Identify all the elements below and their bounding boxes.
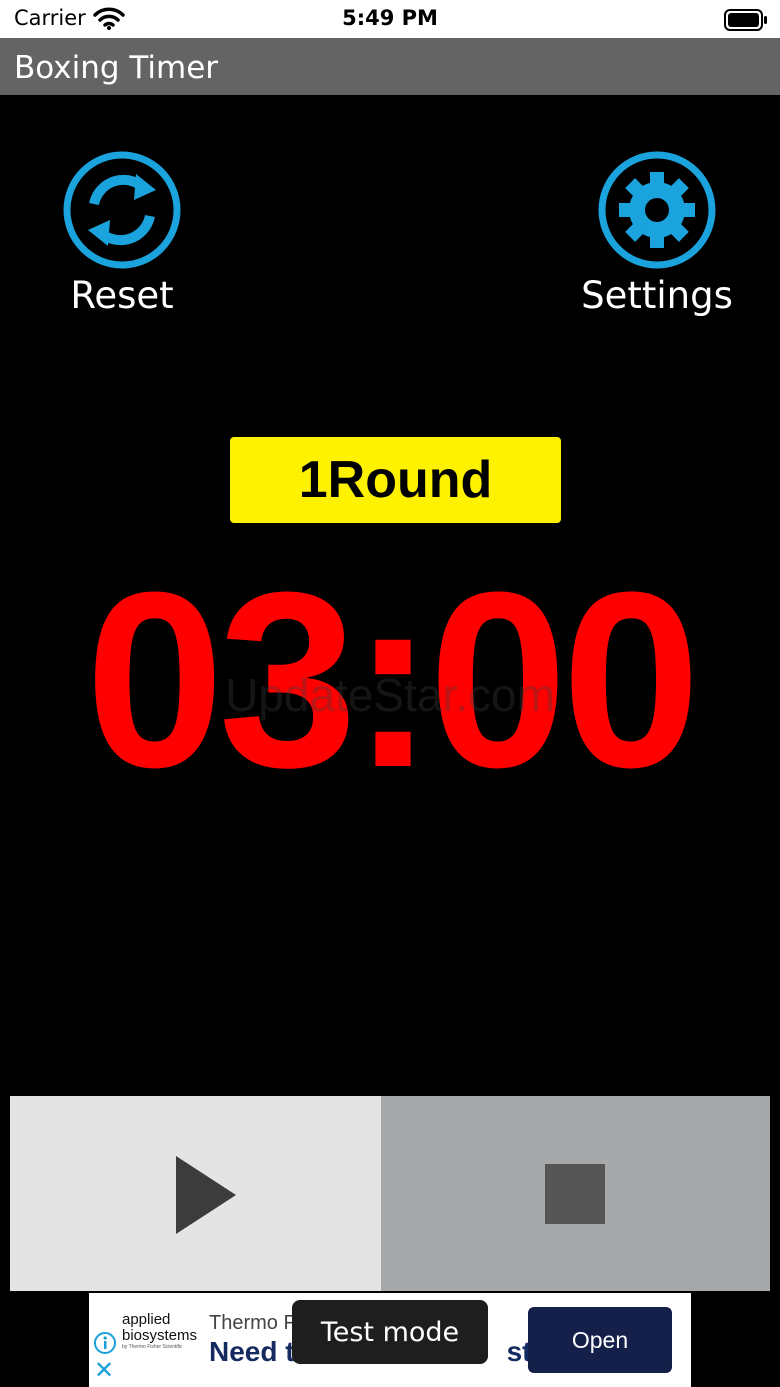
- gear-icon: [598, 151, 716, 269]
- stop-icon: [545, 1164, 605, 1224]
- battery-icon: [724, 9, 768, 35]
- test-mode-toast: Test mode: [292, 1300, 488, 1364]
- ad-open-button[interactable]: Open: [528, 1307, 672, 1373]
- status-bar: Carrier 5:49 PM: [0, 0, 780, 38]
- round-number: 1: [298, 451, 328, 509]
- reset-button[interactable]: Reset: [32, 150, 212, 330]
- stop-button[interactable]: [381, 1096, 770, 1291]
- settings-label: Settings: [581, 274, 733, 317]
- playback-controls: [10, 1096, 770, 1291]
- watermark: UpdateStar.com: [225, 669, 555, 721]
- round-badge: 1 Round: [230, 437, 561, 523]
- ad-brand-line1: applied: [122, 1311, 171, 1328]
- app-title: Boxing Timer: [14, 50, 219, 86]
- ad-brand-line2: biosystems: [122, 1327, 198, 1344]
- ad-brand-line3: by Thermo Fisher Scientific: [122, 1344, 183, 1350]
- refresh-icon: [63, 151, 181, 269]
- status-time: 5:49 PM: [342, 6, 438, 30]
- round-label: Round: [327, 451, 493, 509]
- info-icon[interactable]: [93, 1331, 117, 1355]
- title-bar: Boxing Timer: [0, 38, 780, 95]
- close-icon[interactable]: ✕: [94, 1359, 114, 1383]
- ad-headline: Thermo Fi: [209, 1312, 301, 1334]
- reset-label: Reset: [70, 274, 174, 317]
- play-button[interactable]: [10, 1096, 381, 1291]
- play-icon: [176, 1156, 236, 1234]
- settings-button[interactable]: Settings: [567, 150, 747, 330]
